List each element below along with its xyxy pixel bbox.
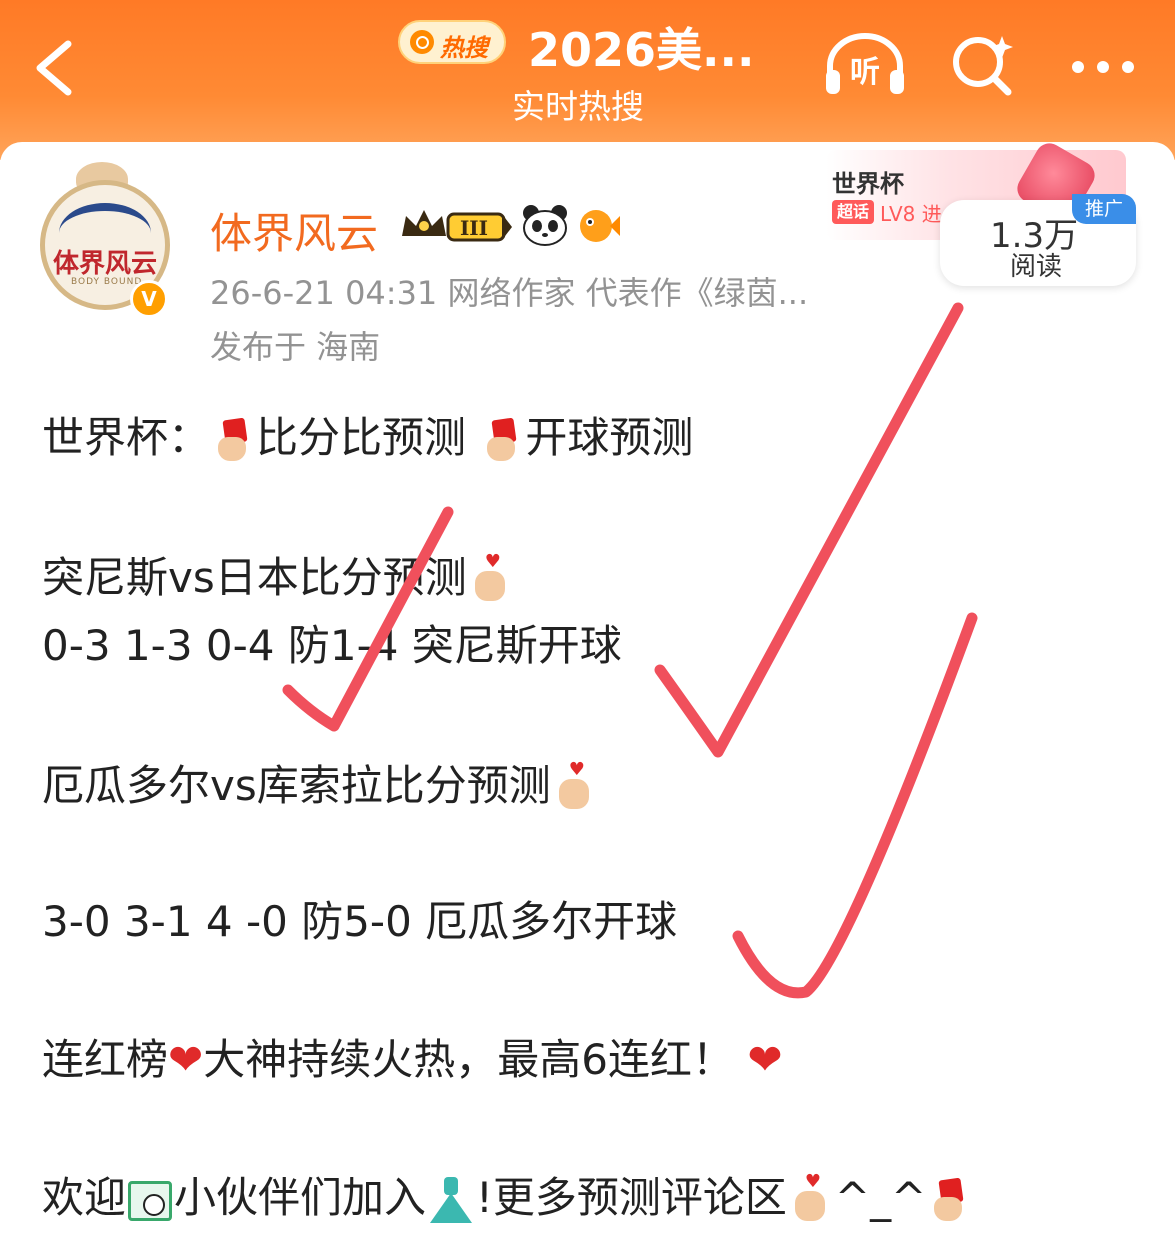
search-small-icon [410,30,434,54]
body-line-6: 连红榜❤大神持续火热，最高6连红！ ❤ [42,1035,783,1084]
search-icon[interactable] [950,32,1016,98]
supertopic-tag: 超话 [832,200,874,224]
red-card-icon [934,1179,964,1223]
ad-tag: 推广 [1072,194,1136,224]
heart-icon: ❤ [747,1035,783,1084]
soccer-goal-icon [128,1180,173,1221]
finger-heart-icon [791,1171,831,1223]
back-arrow-icon[interactable] [30,38,76,98]
body-line-4: 厄瓜多尔vs库索拉比分预测 [42,752,599,813]
top-bar: 热搜 2026美... 实时热搜 听 [0,0,1175,160]
verified-badge-icon: V [130,280,168,318]
page-title: 2026美... [528,23,755,77]
page-subtitle: 实时热搜 [512,87,644,126]
listen-icon[interactable]: 听 [822,32,908,98]
dress-icon [428,1176,474,1225]
more-icon[interactable] [1068,52,1138,82]
read-label: 阅读 [1010,252,1063,282]
red-card-icon [487,419,517,463]
author-name[interactable]: 体界风云 [210,200,378,261]
post-location: 发布于 海南 [210,328,381,366]
post-meta: 26-6-21 04:31 网络作家 代表作《绿茵... [210,274,809,312]
pufferfish-icon[interactable] [576,206,620,246]
body-line-3: 0-3 1-3 0-4 防1-4 突尼斯开球 [42,621,622,670]
svg-text:听: 听 [850,55,880,90]
red-card-icon [218,419,248,463]
crown-level-badge-icon[interactable]: III [398,206,514,246]
finger-heart-icon [471,551,511,603]
heart-icon: ❤ [168,1035,204,1084]
hot-search-badge[interactable]: 热搜 [398,20,506,64]
topic-title[interactable]: 世界杯 [832,164,904,199]
finger-heart-icon [555,759,595,811]
body-line-7: 欢迎小伙伴们加入!更多预测评论区^_^ [42,1164,972,1225]
body-line-1: 世界杯： 比分比预测 开球预测 [42,413,694,463]
body-line-2: 突尼斯vs日本比分预测 [42,544,515,605]
topic-level: LV8 进 [880,202,942,226]
svg-text:III: III [460,216,488,240]
body-line-5: 3-0 3-1 4 -0 防5-0 厄瓜多尔开球 [42,897,678,946]
panda-icon[interactable] [522,204,568,246]
